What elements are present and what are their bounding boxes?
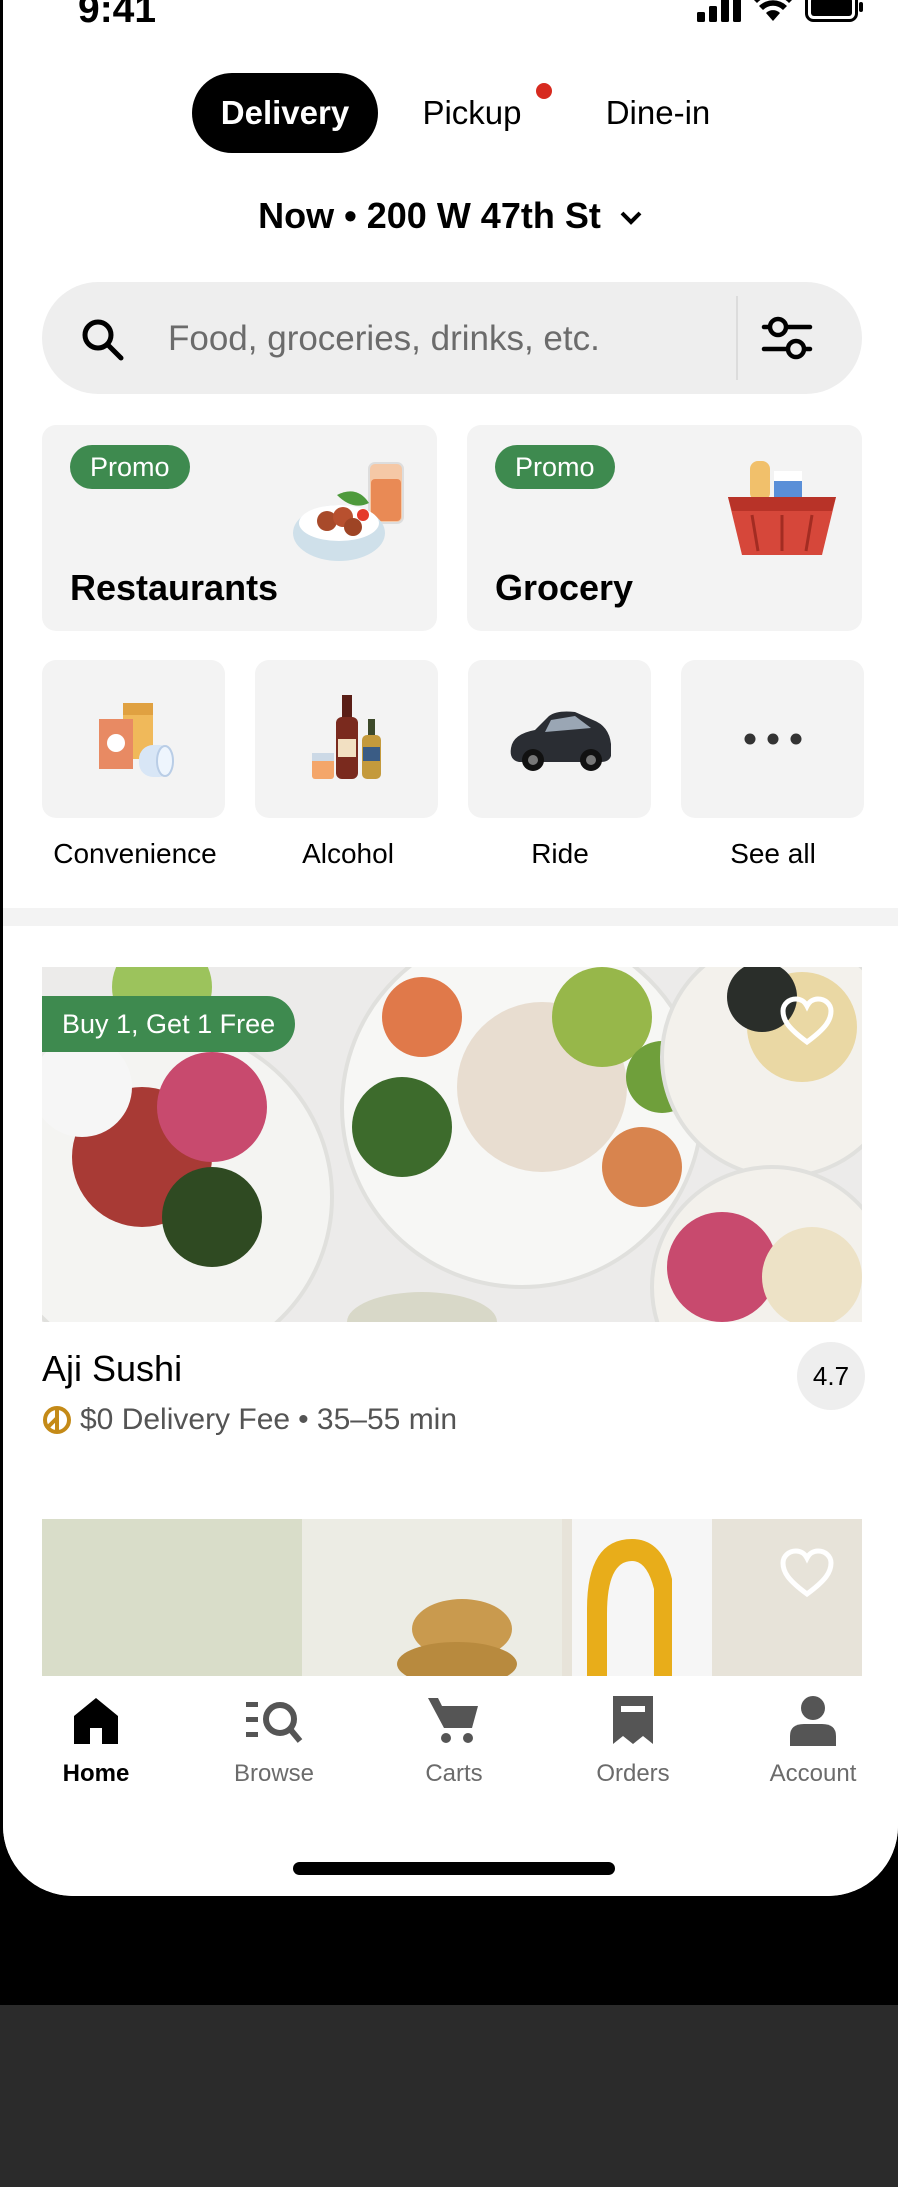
address-selector[interactable]: Now • 200 W 47th St xyxy=(3,195,898,237)
wifi-icon xyxy=(754,0,792,21)
category-convenience[interactable] xyxy=(42,660,225,818)
nav-label: Account xyxy=(769,1760,857,1787)
tab-dine-in[interactable]: Dine-in xyxy=(593,73,723,153)
nav-carts[interactable]: Carts xyxy=(384,1694,524,1788)
car-icon xyxy=(510,711,611,771)
restaurant-name[interactable]: Aji Sushi xyxy=(42,1348,182,1390)
search-icon xyxy=(82,319,124,361)
category-label: Alcohol xyxy=(302,838,394,869)
category-label: Ride xyxy=(531,838,589,869)
account-icon xyxy=(790,1696,836,1746)
search-input[interactable] xyxy=(166,312,730,366)
home-indicator xyxy=(293,1862,615,1875)
tab-delivery[interactable]: Delivery xyxy=(192,73,378,153)
search-divider xyxy=(736,296,738,380)
battery-icon xyxy=(805,0,863,22)
filter-icon[interactable] xyxy=(760,312,814,364)
restaurant-meta: $0 Delivery Fee • 35–55 min xyxy=(42,1403,457,1437)
alcohol-bottles-icon xyxy=(311,695,381,779)
status-time: 9:41 xyxy=(78,0,157,31)
nuggets-photo xyxy=(42,1519,862,1679)
status-icons xyxy=(697,0,865,22)
category-alcohol[interactable] xyxy=(255,660,438,818)
grocery-basket-icon xyxy=(728,461,836,555)
category-label: Grocery xyxy=(495,567,634,608)
nav-home[interactable]: Home xyxy=(26,1694,166,1788)
nav-orders[interactable]: Orders xyxy=(563,1694,703,1788)
more-dots-icon xyxy=(744,733,801,745)
nav-label: Orders xyxy=(596,1760,670,1787)
convenience-goods-icon xyxy=(98,703,174,777)
category-see-all[interactable] xyxy=(681,660,864,818)
rating-badge: 4.7 xyxy=(797,1342,865,1410)
app-screen: 9:41 Delivery Pickup Dine-in Now • 200 W… xyxy=(3,0,898,1896)
chevron-down-icon xyxy=(620,212,642,226)
promo-badge: Promo xyxy=(70,445,190,489)
pickup-notification-dot xyxy=(536,83,552,99)
receipt-icon xyxy=(613,1696,653,1744)
nav-account[interactable]: Account xyxy=(743,1694,883,1788)
category-restaurants[interactable]: Promo Restaurants xyxy=(42,425,437,631)
mode-tabs: Delivery Pickup Dine-in xyxy=(3,73,898,153)
nav-label: Home xyxy=(62,1760,130,1787)
favorite-heart-icon[interactable] xyxy=(780,1548,834,1598)
category-label: Restaurants xyxy=(70,567,279,608)
food-bowl-icon xyxy=(293,462,404,561)
nav-label: Browse xyxy=(233,1760,315,1787)
category-grocery[interactable]: Promo Grocery xyxy=(467,425,862,631)
promo-badge: Promo xyxy=(495,445,615,489)
home-icon xyxy=(74,1698,118,1744)
search-bar xyxy=(42,282,862,394)
restaurant-image[interactable] xyxy=(42,1519,862,1679)
cart-icon xyxy=(428,1698,478,1743)
address-text: Now • 200 W 47th St xyxy=(258,195,601,236)
favorite-heart-icon[interactable] xyxy=(780,996,834,1046)
delivery-fee: $0 Delivery Fee xyxy=(80,1403,291,1436)
category-ride[interactable] xyxy=(468,660,651,818)
signal-icon xyxy=(697,0,741,22)
category-label: See all xyxy=(730,838,816,869)
browse-icon xyxy=(246,1702,303,1743)
nav-label: Carts xyxy=(425,1760,483,1787)
uber-one-icon xyxy=(43,1406,71,1434)
section-divider xyxy=(3,908,898,926)
tab-pickup[interactable]: Pickup xyxy=(407,73,537,153)
deal-badge: Buy 1, Get 1 Free xyxy=(42,996,296,1052)
category-label: Convenience xyxy=(53,838,217,869)
delivery-eta: • 35–55 min xyxy=(298,1403,458,1436)
nav-browse[interactable]: Browse xyxy=(204,1694,344,1788)
